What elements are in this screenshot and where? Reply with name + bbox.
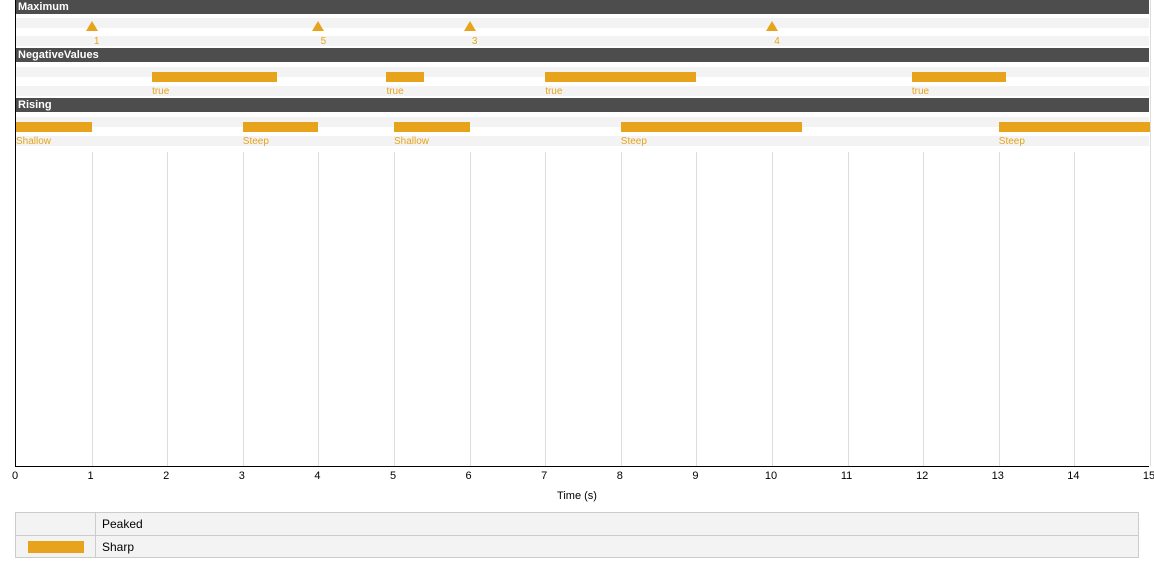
x-axis: 0123456789101112131415 (15, 470, 1149, 484)
interval-label: true (386, 86, 403, 97)
lane-title: NegativeValues (18, 49, 99, 61)
lane-rising: Shallow Steep Shallow Steep Steep (16, 112, 1149, 152)
x-tick: 15 (1143, 470, 1154, 482)
legend-label: Peaked (96, 513, 1138, 535)
interval-bar (912, 72, 1007, 82)
legend-swatch-cell (16, 513, 96, 535)
interval-label: true (152, 86, 169, 97)
x-tick: 2 (163, 470, 169, 482)
interval-label: Steep (999, 136, 1025, 147)
x-tick: 10 (765, 470, 777, 482)
interval-label: Steep (243, 136, 269, 147)
x-tick: 4 (314, 470, 320, 482)
x-tick: 9 (692, 470, 698, 482)
lane-maximum: 1534 (16, 14, 1149, 48)
x-tick: 8 (617, 470, 623, 482)
interval-bar (999, 122, 1150, 132)
x-tick: 7 (541, 470, 547, 482)
interval-label: Shallow (394, 136, 429, 147)
lane-header-rising: Rising (16, 98, 1149, 112)
legend-row: Peaked (16, 513, 1138, 535)
lane-negativevalues: true true true true (16, 62, 1149, 98)
interval-bar (243, 122, 319, 132)
interval-bar (394, 122, 470, 132)
x-tick: 6 (466, 470, 472, 482)
lane-header-maximum: Maximum (16, 0, 1149, 14)
interval-bar (152, 72, 277, 82)
interval-bar (621, 122, 802, 132)
lane-title: Maximum (18, 1, 69, 13)
lane-stripe (16, 136, 1149, 146)
interval-label: Steep (621, 136, 647, 147)
lane-stripe (16, 18, 1149, 28)
interval-bar (386, 72, 424, 82)
x-tick: 5 (390, 470, 396, 482)
legend-label: Sharp (96, 536, 1138, 557)
legend-row: Sharp (16, 535, 1138, 557)
lane-stripe (16, 86, 1149, 96)
x-tick: 0 (12, 470, 18, 482)
legend-swatch (28, 541, 84, 553)
x-tick: 12 (916, 470, 928, 482)
marker-triangle-icon (313, 22, 323, 30)
timeline-plot: Maximum 1534 NegativeValues truetruetrue… (15, 0, 1149, 467)
marker-triangle-icon (767, 22, 777, 30)
marker-label: 4 (774, 36, 780, 47)
marker-label: 5 (321, 36, 327, 47)
legend-swatch-cell (16, 536, 96, 557)
legend: Peaked Sharp (15, 512, 1139, 558)
x-tick: 13 (992, 470, 1004, 482)
interval-bar (545, 72, 696, 82)
lane-stripe (16, 117, 1149, 127)
interval-label: true (912, 86, 929, 97)
marker-label: 3 (472, 36, 478, 47)
interval-label: Shallow (16, 136, 51, 147)
lane-stripe (16, 36, 1149, 46)
x-tick: 1 (88, 470, 94, 482)
marker-label: 1 (94, 36, 100, 47)
x-tick: 11 (841, 470, 852, 482)
x-axis-label: Time (s) (0, 490, 1154, 502)
lane-title: Rising (18, 99, 52, 111)
lane-header-negativevalues: NegativeValues (16, 48, 1149, 62)
interval-label: true (545, 86, 562, 97)
marker-triangle-icon (87, 22, 97, 30)
x-tick: 3 (239, 470, 245, 482)
x-tick: 14 (1067, 470, 1079, 482)
interval-bar (16, 122, 92, 132)
gridline (1150, 0, 1151, 466)
marker-triangle-icon (465, 22, 475, 30)
